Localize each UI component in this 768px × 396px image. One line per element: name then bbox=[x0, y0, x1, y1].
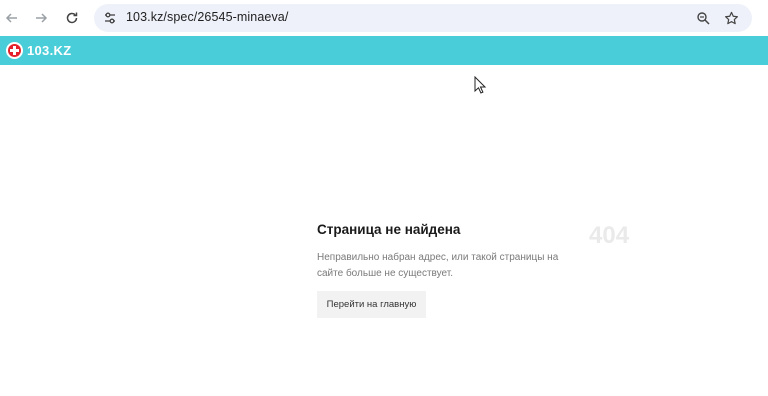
go-home-button[interactable]: Перейти на главную bbox=[317, 291, 426, 318]
tune-icon bbox=[105, 12, 115, 24]
site-header: 103.KZ bbox=[0, 36, 768, 65]
star-icon bbox=[724, 11, 738, 24]
reload-button[interactable] bbox=[61, 7, 83, 29]
browser-toolbar: 103.kz/spec/26545-minaeva/ bbox=[0, 0, 768, 36]
page-title: Страница не найдена bbox=[317, 222, 461, 237]
bookmark-button[interactable] bbox=[722, 9, 740, 27]
address-bar[interactable]: 103.kz/spec/26545-minaeva/ bbox=[94, 4, 752, 32]
medical-cross-icon bbox=[6, 42, 23, 59]
url-text[interactable]: 103.kz/spec/26545-minaeva/ bbox=[126, 10, 288, 24]
reload-icon bbox=[66, 12, 78, 24]
arrow-right-icon bbox=[36, 13, 48, 23]
error-description: Неправильно набран адрес, или такой стра… bbox=[317, 252, 559, 279]
logo-text: 103.KZ bbox=[27, 43, 72, 58]
zoom-button[interactable] bbox=[694, 9, 712, 27]
mouse-cursor-icon bbox=[474, 76, 487, 94]
zoom-icon bbox=[697, 12, 710, 25]
forward-button[interactable] bbox=[30, 7, 52, 29]
site-info-button[interactable] bbox=[102, 10, 118, 26]
back-button[interactable] bbox=[1, 7, 23, 29]
error-code: 404 bbox=[589, 222, 630, 249]
arrow-left-icon bbox=[5, 13, 17, 23]
site-logo[interactable]: 103.KZ bbox=[6, 41, 71, 60]
